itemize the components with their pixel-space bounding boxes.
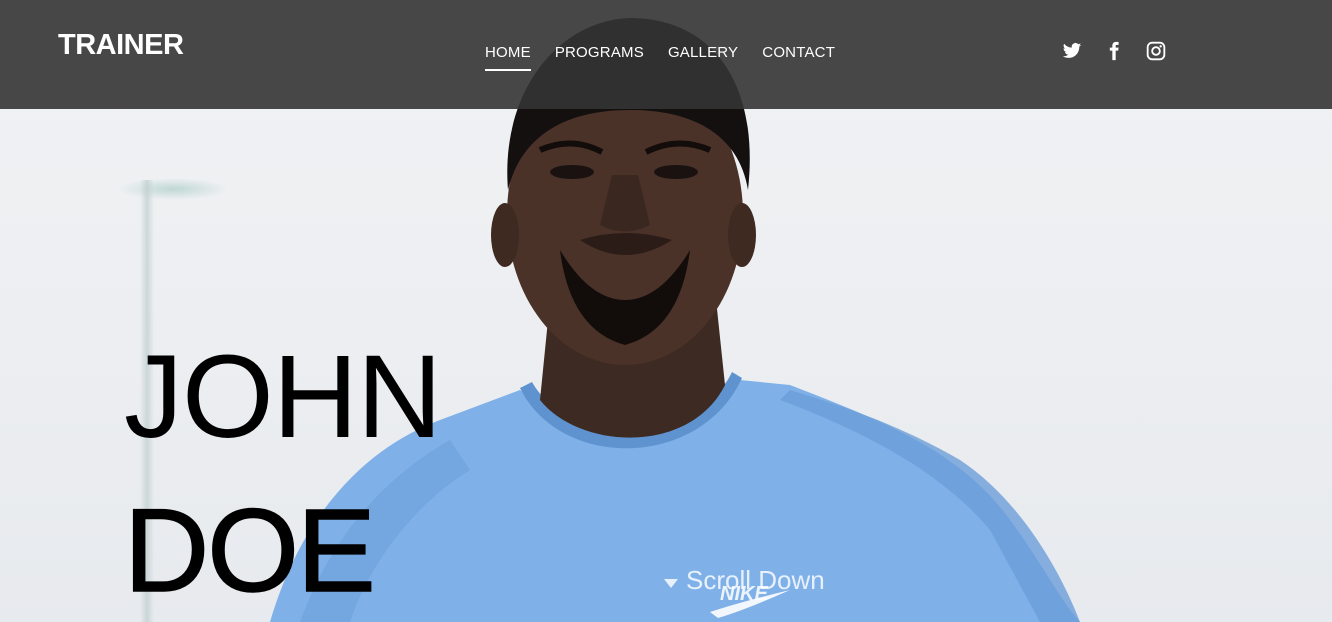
scroll-down-button[interactable]: Scroll Down	[664, 565, 825, 596]
caret-down-icon	[664, 579, 678, 588]
social-links	[1062, 41, 1166, 61]
top-navigation-bar: TRAINER HOME PROGRAMS GALLERY CONTACT	[0, 0, 1332, 109]
facebook-icon[interactable]	[1104, 41, 1124, 61]
hero-first-name: JOHN	[124, 331, 442, 463]
nav-gallery[interactable]: GALLERY	[668, 44, 738, 71]
nav-programs[interactable]: PROGRAMS	[555, 44, 644, 71]
hero-last-name: DOE	[123, 485, 376, 617]
main-nav: HOME PROGRAMS GALLERY CONTACT	[485, 44, 835, 71]
twitter-icon[interactable]	[1062, 41, 1082, 61]
nav-home[interactable]: HOME	[485, 44, 531, 71]
nav-contact[interactable]: CONTACT	[762, 44, 835, 71]
instagram-icon[interactable]	[1146, 41, 1166, 61]
brand-logo[interactable]: TRAINER	[58, 29, 184, 62]
scroll-down-label: Scroll Down	[686, 565, 825, 595]
hero-heading: JOHN DOE	[123, 331, 442, 617]
